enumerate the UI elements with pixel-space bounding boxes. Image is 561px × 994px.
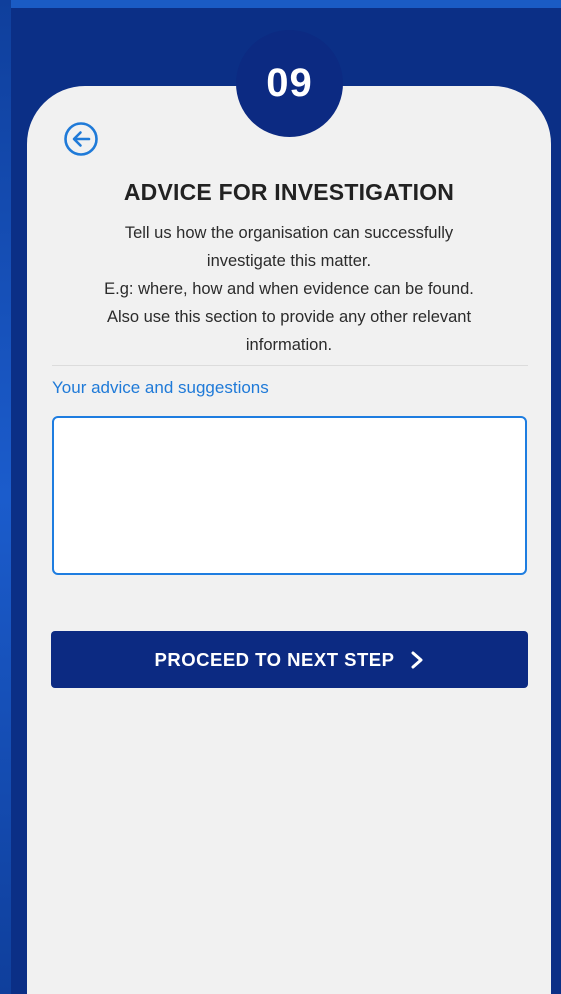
proceed-next-step-button[interactable]: PROCEED TO NEXT STEP — [51, 631, 528, 688]
page-title: ADVICE FOR INVESTIGATION — [123, 179, 455, 205]
instruction-line: E.g: where, how and when evidence can be… — [104, 280, 474, 298]
back-button[interactable] — [63, 121, 99, 157]
background-edge — [0, 0, 11, 994]
divider — [52, 365, 528, 366]
chevron-right-icon — [411, 651, 423, 668]
step-number: 09 — [266, 61, 313, 105]
instruction-line: Tell us how the organisation can success… — [124, 224, 454, 242]
step-number-badge: 09 — [236, 30, 343, 137]
arrow-left-circle-icon — [64, 122, 98, 156]
proceed-button-label: PROCEED TO NEXT STEP — [154, 648, 395, 670]
instruction-line: investigate this matter. — [206, 252, 372, 270]
advice-textarea[interactable] — [52, 416, 527, 575]
instruction-line: Also use this section to provide any oth… — [106, 308, 472, 326]
top-band — [11, 0, 561, 8]
instruction-line: information. — [245, 336, 333, 354]
advice-field-label: Your advice and suggestions — [52, 378, 269, 397]
instructions: Tell us how the organisation can success… — [60, 219, 518, 359]
